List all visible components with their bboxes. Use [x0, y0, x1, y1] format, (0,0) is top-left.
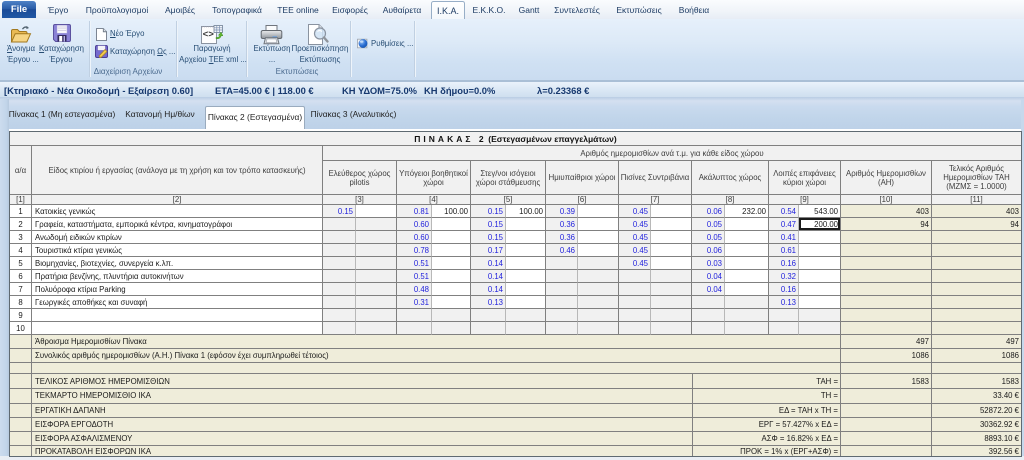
svg-text:<>: <> — [203, 29, 215, 40]
